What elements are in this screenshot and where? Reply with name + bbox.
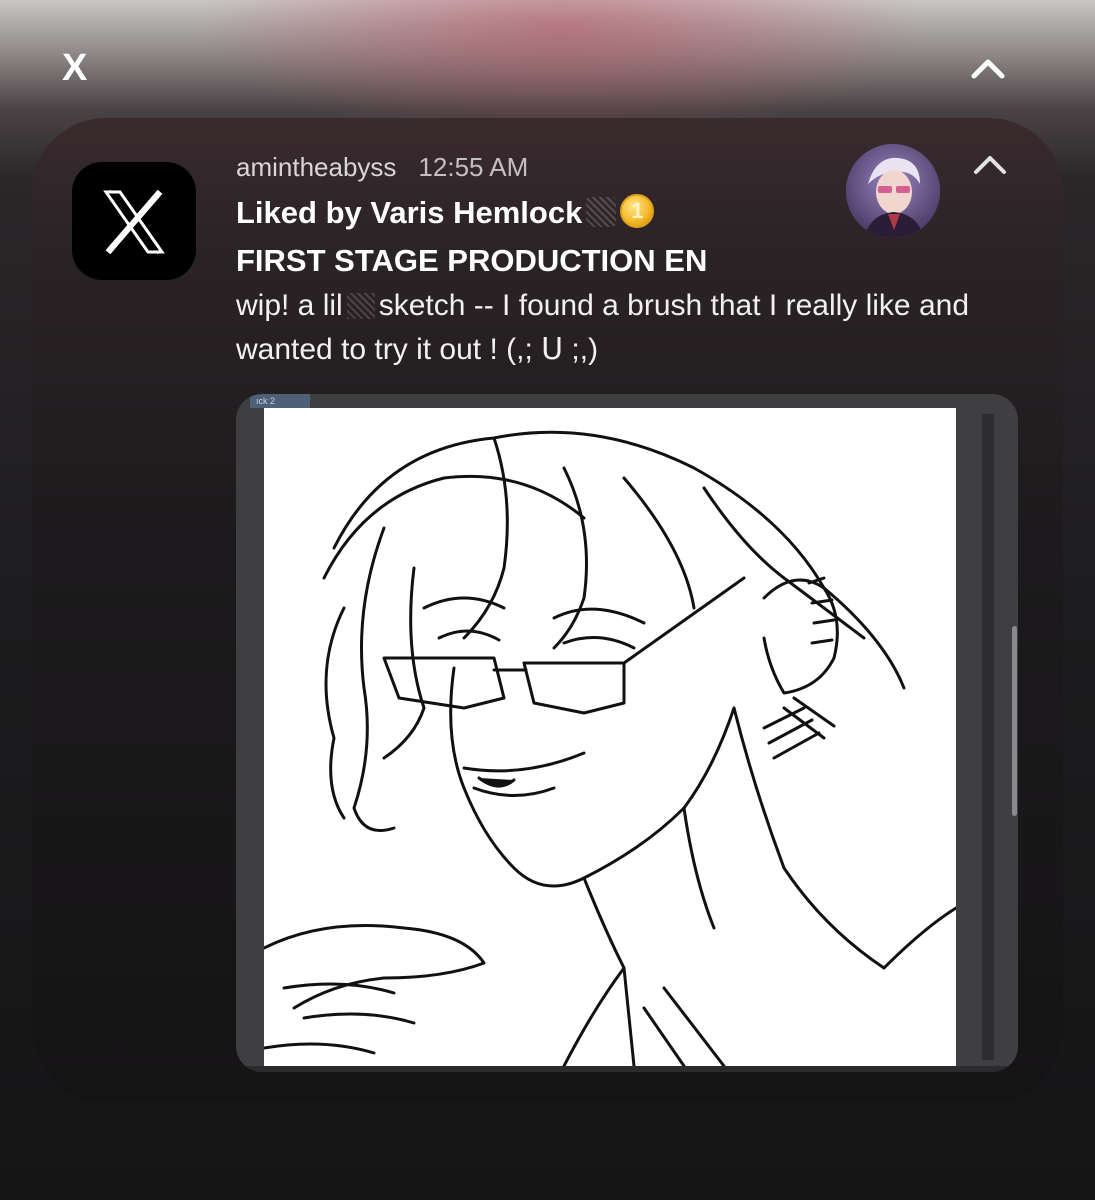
collapse-button[interactable] [966, 48, 1010, 88]
media-preview[interactable]: ıck 2 [236, 394, 1018, 1072]
chevron-up-icon [974, 156, 1006, 174]
body-text-part1: wip! a lil [236, 289, 343, 322]
canvas-tab: ıck 2 [250, 394, 310, 408]
user-avatar [846, 144, 940, 238]
scrollbar-track[interactable] [982, 414, 994, 1060]
username: amintheabyss [236, 152, 397, 182]
coin-badge-number: 1 [631, 198, 644, 223]
title-text: Liked by Varis Hemlock [236, 195, 583, 230]
scrollbar-thumb[interactable] [1012, 626, 1017, 816]
timestamp: 12:55 AM [418, 152, 529, 182]
close-button[interactable]: X [62, 44, 98, 92]
sketch-image [262, 408, 958, 1068]
coin-badge-icon: 1 [620, 194, 655, 228]
canvas-status-bar [236, 1066, 1018, 1072]
notification-title: Liked by Varis Hemlock 1 [236, 192, 655, 234]
notification-body: wip! a lil sketch -- I found a brush that… [236, 284, 1016, 372]
card-collapse-button[interactable] [968, 146, 1012, 182]
notification-subtitle: FIRST STAGE PRODUCTION EN [236, 243, 708, 278]
notification-card[interactable]: amintheabyss 12:55 AM Liked by Varis Heml… [32, 118, 1063, 1102]
notification-header: amintheabyss 12:55 AM [236, 150, 528, 184]
x-logo-icon [72, 162, 196, 280]
sparkle-emoji-icon [586, 197, 617, 227]
sparkle-emoji-icon [346, 293, 375, 319]
chevron-up-icon [971, 59, 1005, 79]
